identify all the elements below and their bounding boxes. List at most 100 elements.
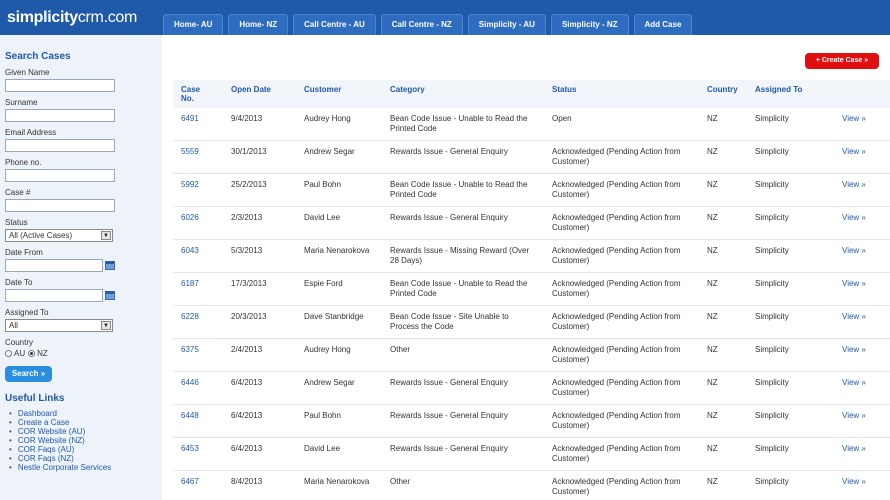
country-cell: NZ [707, 477, 718, 486]
case-number-link[interactable]: 6375 [181, 345, 221, 355]
tab-simplicity-au[interactable]: Simplicity - AU [467, 14, 546, 35]
view-link[interactable]: View » [842, 312, 882, 322]
column-category[interactable]: Category [390, 85, 425, 94]
country-cell: NZ [707, 213, 718, 222]
view-link[interactable]: View » [842, 114, 882, 124]
column-status[interactable]: Status [552, 85, 576, 94]
category-cell: Other [390, 477, 411, 486]
date-to-input[interactable] [5, 289, 103, 302]
column-open-date[interactable]: Open Date [231, 85, 271, 94]
view-link[interactable]: View » [842, 411, 882, 421]
view-link[interactable]: View » [842, 279, 882, 289]
useful-links-list: Dashboard Create a Case COR Website (AU)… [5, 409, 162, 472]
link-create-case[interactable]: Create a Case [5, 418, 162, 427]
customer-cell: David Lee [304, 444, 341, 453]
view-link[interactable]: View » [842, 180, 882, 190]
column-case-no[interactable]: Case No. [181, 85, 211, 103]
case-number-link[interactable]: 6026 [181, 213, 221, 223]
create-case-button[interactable]: + Create Case » [805, 53, 879, 69]
view-link[interactable]: View » [842, 246, 882, 256]
given-name-input[interactable] [5, 79, 115, 92]
table-row[interactable]: 6453 6/4/2013 David Lee Rewards Issue - Gen… [173, 438, 890, 471]
view-link[interactable]: View » [842, 345, 882, 355]
status-select[interactable]: All (Active Cases) ▼ [5, 229, 113, 242]
column-assigned-to[interactable]: Assigned To [755, 85, 802, 94]
case-number-link[interactable]: 6446 [181, 378, 221, 388]
tab-call-centre-nz[interactable]: Call Centre - NZ [380, 14, 463, 35]
table-row[interactable]: 5559 30/1/2013 Andrew Segar Rewards Issue -… [173, 141, 890, 174]
case-number-link[interactable]: 6043 [181, 246, 221, 256]
view-link[interactable]: View » [842, 147, 882, 157]
app-logo[interactable]: simplicitycrm.com [7, 9, 137, 27]
table-row[interactable]: 6187 17/3/2013 Espie Ford Bean Code Issue -… [173, 273, 890, 306]
case-number-link[interactable]: 6187 [181, 279, 221, 289]
open-date-cell: 2/4/2013 [231, 345, 263, 354]
table-row[interactable]: 6446 6/4/2013 Andrew Segar Rewards Issue - … [173, 372, 890, 405]
table-row[interactable]: 6375 2/4/2013 Audrey Hong Other Acknowledged… [173, 339, 890, 372]
table-row[interactable]: 6467 8/4/2013 Maria Nenarokova Other Acknowl… [173, 471, 890, 500]
link-cor-faqs-nz[interactable]: COR Faqs (NZ) [5, 454, 162, 463]
country-nz-label: NZ [37, 349, 48, 358]
view-link[interactable]: View » [842, 213, 882, 223]
table-row[interactable]: 6043 5/3/2013 Maria Nenarokova Rewards Issu… [173, 240, 890, 273]
case-number-link[interactable]: 5559 [181, 147, 221, 157]
search-button[interactable]: Search » [5, 366, 52, 382]
case-number-link[interactable]: 6453 [181, 444, 221, 454]
status-cell: Acknowledged (Pending Action from Custom… [552, 147, 681, 166]
view-link[interactable]: View » [842, 444, 882, 454]
link-cor-faqs-au[interactable]: COR Faqs (AU) [5, 445, 162, 454]
customer-cell: Maria Nenarokova [304, 246, 370, 255]
case-number-link[interactable]: 6491 [181, 114, 221, 124]
table-row[interactable]: 6228 20/3/2013 Dave Stanbridge Bean Code Is… [173, 306, 890, 339]
country-cell: NZ [707, 312, 718, 321]
date-from-input[interactable] [5, 259, 103, 272]
case-number-input[interactable] [5, 199, 115, 212]
email-input[interactable] [5, 139, 115, 152]
column-country[interactable]: Country [707, 85, 738, 94]
case-number-link[interactable]: 6228 [181, 312, 221, 322]
calendar-icon[interactable] [105, 291, 115, 300]
table-row[interactable]: 6026 2/3/2013 David Lee Rewards Issue - Gen… [173, 207, 890, 240]
view-link[interactable]: View » [842, 378, 882, 388]
assigned-to-cell: Simplicity [755, 378, 789, 387]
tab-call-centre-au[interactable]: Call Centre - AU [293, 14, 376, 35]
assigned-to-cell: Simplicity [755, 246, 789, 255]
customer-cell: Dave Stanbridge [304, 312, 364, 321]
phone-input[interactable] [5, 169, 115, 182]
assigned-to-cell: Simplicity [755, 279, 789, 288]
case-number-link[interactable]: 6448 [181, 411, 221, 421]
country-cell: NZ [707, 279, 718, 288]
useful-links-title: Useful Links [5, 393, 65, 404]
tab-add-case[interactable]: Add Case [633, 14, 693, 35]
calendar-icon[interactable] [105, 261, 115, 270]
status-cell: Open [552, 114, 572, 123]
link-dashboard[interactable]: Dashboard [5, 409, 162, 418]
category-cell: Bean Code Issue - Unable to Read the Pri… [390, 279, 528, 298]
view-link[interactable]: View » [842, 477, 882, 487]
link-cor-website-au[interactable]: COR Website (AU) [5, 427, 162, 436]
surname-input[interactable] [5, 109, 115, 122]
country-au-radio[interactable] [5, 350, 12, 357]
tab-home-nz[interactable]: Home- NZ [228, 14, 289, 35]
table-row[interactable]: 5992 25/2/2013 Paul Bohn Bean Code Issue - … [173, 174, 890, 207]
column-customer[interactable]: Customer [304, 85, 341, 94]
table-row[interactable]: 6491 9/4/2013 Audrey Hong Bean Code Issue -… [173, 108, 890, 141]
table-row[interactable]: 6448 6/4/2013 Paul Bohn Rewards Issue - Gen… [173, 405, 890, 438]
customer-cell: Audrey Hong [304, 114, 351, 123]
country-cell: NZ [707, 345, 718, 354]
case-number-link[interactable]: 6467 [181, 477, 221, 487]
status-cell: Acknowledged (Pending Action from Custom… [552, 246, 681, 265]
open-date-cell: 30/1/2013 [231, 147, 267, 156]
open-date-cell: 17/3/2013 [231, 279, 267, 288]
email-label: Email Address [5, 128, 57, 137]
case-number-link[interactable]: 5992 [181, 180, 221, 190]
open-date-cell: 2/3/2013 [231, 213, 263, 222]
tab-home-au[interactable]: Home- AU [163, 14, 224, 35]
assigned-to-select[interactable]: All ▼ [5, 319, 113, 332]
tab-simplicity-nz[interactable]: Simplicity - NZ [550, 14, 629, 35]
link-nestle-corporate[interactable]: Nestle Corporate Services [5, 463, 162, 472]
customer-cell: David Lee [304, 213, 341, 222]
link-cor-website-nz[interactable]: COR Website (NZ) [5, 436, 162, 445]
country-nz-radio[interactable] [28, 350, 36, 357]
customer-cell: Espie Ford [304, 279, 343, 288]
